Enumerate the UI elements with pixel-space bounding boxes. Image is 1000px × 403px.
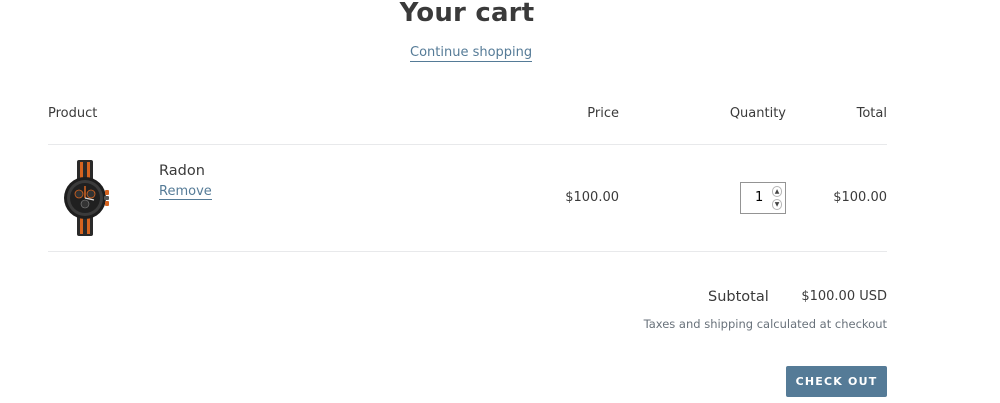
cart-page: Your cart Continue shopping Product Pric… <box>0 0 1000 403</box>
column-header-product: Product <box>48 106 98 121</box>
column-header-total: Total <box>856 106 887 121</box>
quantity-stepper[interactable]: 1 ▲ ▼ <box>740 182 786 214</box>
decrement-icon[interactable]: ▼ <box>772 199 782 210</box>
item-price: $100.00 <box>565 190 619 205</box>
watch-image[interactable] <box>58 160 112 236</box>
checkout-button[interactable]: Check out <box>786 366 887 397</box>
tax-note: Taxes and shipping calculated at checkou… <box>643 317 887 331</box>
remove-link[interactable]: Remove <box>159 184 212 200</box>
quantity-value[interactable]: 1 <box>755 190 763 205</box>
item-total: $100.00 <box>833 190 887 205</box>
column-header-price: Price <box>587 106 619 121</box>
quantity-spinner[interactable]: ▲ ▼ <box>772 186 782 210</box>
continue-shopping-link[interactable]: Continue shopping <box>410 45 533 62</box>
product-name[interactable]: Radon <box>159 163 205 179</box>
table-divider-bottom <box>48 251 887 252</box>
column-header-quantity: Quantity <box>729 106 786 121</box>
page-title: Your cart <box>399 0 535 28</box>
table-divider-top <box>48 144 887 145</box>
subtotal-label: Subtotal <box>708 289 769 305</box>
subtotal-value: $100.00 USD <box>801 289 887 304</box>
increment-icon[interactable]: ▲ <box>772 186 782 197</box>
